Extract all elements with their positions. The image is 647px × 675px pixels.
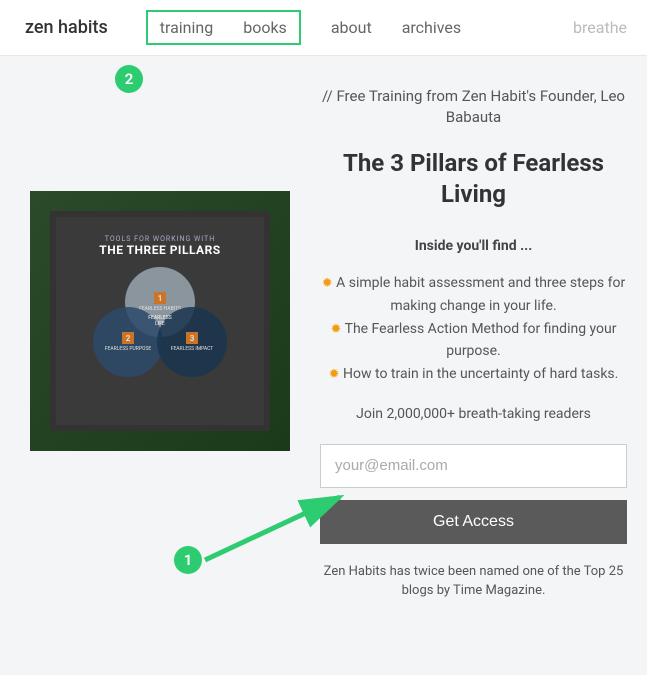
annotation-badge-2: 2 <box>115 65 143 93</box>
nav-archives[interactable]: archives <box>402 18 461 37</box>
pillars-frame: TOOLS FOR WORKING WITH THE THREE PILLARS… <box>50 211 270 431</box>
pillars-graphic: TOOLS FOR WORKING WITH THE THREE PILLARS… <box>30 191 290 451</box>
bullet-list: ✹ A simple habit assessment and three st… <box>320 272 627 385</box>
join-text: Join 2,000,000+ breath-taking readers <box>320 406 627 422</box>
inside-label: Inside you'll find ... <box>320 238 627 254</box>
footnote: Zen Habits has twice been named one of t… <box>320 562 627 601</box>
venn-center-label: FEARLESS LIFE <box>143 315 177 327</box>
content-column: // Free Training from Zen Habit's Founde… <box>320 86 627 601</box>
venn-num-1: 1 <box>154 292 166 304</box>
venn-diagram: 1 FEARLESS HABITS 2 FEARLESS PURPOSE 3 F… <box>85 267 235 377</box>
tagline: // Free Training from Zen Habit's Founde… <box>320 86 627 128</box>
nav-highlight-box: training books <box>146 10 301 45</box>
annotation-badge-1: 1 <box>174 546 202 574</box>
header: zen habits training books about archives… <box>0 0 647 56</box>
burst-icon: ✹ <box>322 276 333 291</box>
main-nav: training books about archives <box>158 10 573 45</box>
nav-books[interactable]: books <box>243 18 287 37</box>
graphic-column: TOOLS FOR WORKING WITH THE THREE PILLARS… <box>30 86 290 601</box>
venn-label-2: FEARLESS PURPOSE <box>105 346 152 352</box>
venn-num-2: 2 <box>122 332 134 344</box>
site-logo[interactable]: zen habits <box>25 17 108 38</box>
nav-breathe[interactable]: breathe <box>573 18 627 37</box>
venn-num-3: 3 <box>186 332 198 344</box>
nav-about[interactable]: about <box>331 18 372 37</box>
burst-icon: ✹ <box>330 322 341 337</box>
graphic-subtitle: TOOLS FOR WORKING WITH <box>105 235 215 243</box>
graphic-title: THE THREE PILLARS <box>99 243 220 257</box>
get-access-button[interactable]: Get Access <box>320 500 627 544</box>
burst-icon: ✹ <box>329 367 340 382</box>
venn-label-3: FEARLESS IMPACT <box>171 346 214 352</box>
main-content: TOOLS FOR WORKING WITH THE THREE PILLARS… <box>0 56 647 621</box>
bullet-1: ✹ A simple habit assessment and three st… <box>320 272 627 317</box>
email-input[interactable] <box>320 444 627 488</box>
bullet-2: ✹ The Fearless Action Method for finding… <box>320 318 627 363</box>
bullet-3: ✹ How to train in the uncertainty of har… <box>320 363 627 386</box>
nav-training[interactable]: training <box>160 18 213 37</box>
headline: The 3 Pillars of Fearless Living <box>320 148 627 210</box>
